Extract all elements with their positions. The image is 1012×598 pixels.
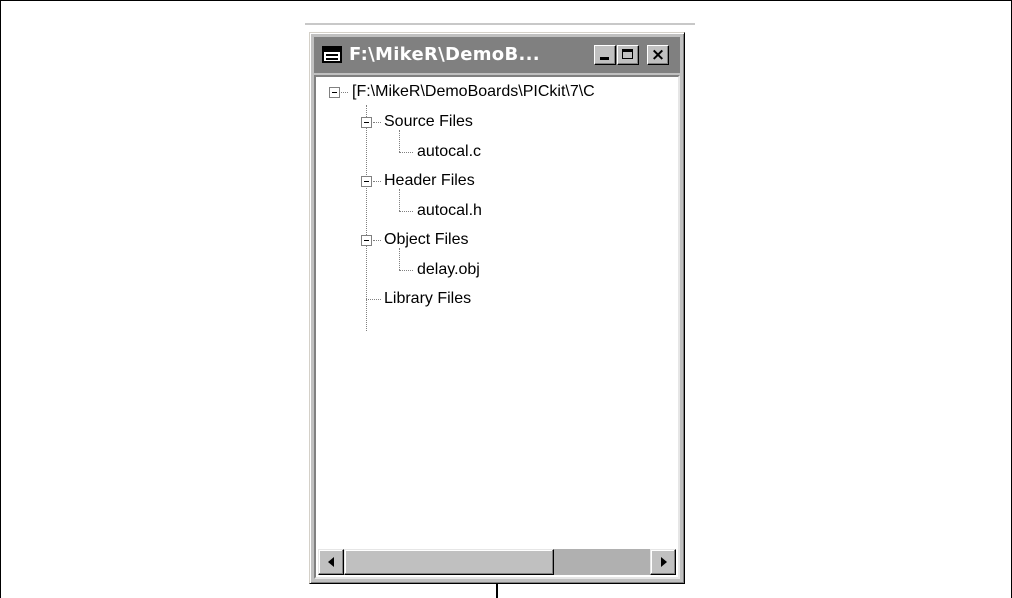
source-files-collapse-toggle[interactable]	[361, 117, 372, 128]
header-files-collapse-toggle[interactable]	[361, 176, 372, 187]
maximize-button[interactable]	[617, 45, 639, 65]
title-bar[interactable]: F:\MikeR\DemoB... ×	[314, 37, 680, 73]
scrollbar-thumb[interactable]	[344, 549, 554, 575]
tree-connector	[399, 270, 413, 271]
scroll-left-button[interactable]	[318, 549, 344, 575]
tree-folder-header-files[interactable]: Header Files	[384, 171, 475, 191]
tree-connector	[399, 130, 400, 152]
tree-file-autocal-h[interactable]: autocal.h	[417, 201, 482, 221]
window-title: F:\MikeR\DemoB...	[349, 44, 540, 65]
scroll-right-button[interactable]	[650, 549, 676, 575]
project-window: F:\MikeR\DemoB... × [F:\MikeR\DemoBoards…	[309, 32, 685, 584]
project-tree-pane: [F:\MikeR\DemoBoards\PICkit\7\C Source F…	[314, 75, 680, 579]
minimize-button[interactable]	[594, 45, 616, 65]
tree-connector	[399, 189, 400, 211]
tree-connector	[373, 122, 381, 123]
close-button[interactable]: ×	[647, 45, 669, 65]
tree-connector	[399, 152, 413, 153]
arrow-right-icon	[661, 557, 667, 567]
tree-folder-library-files[interactable]: Library Files	[384, 289, 471, 309]
figure-top-rule	[305, 23, 695, 25]
window-icon[interactable]	[322, 46, 342, 63]
tree-connector	[399, 211, 413, 212]
tree-folder-source-files[interactable]: Source Files	[384, 112, 473, 132]
figure-connector	[496, 584, 498, 598]
tree-file-delay-obj[interactable]: delay.obj	[417, 260, 480, 280]
tree-root-label[interactable]: [F:\MikeR\DemoBoards\PICkit\7\C	[352, 82, 595, 102]
tree-file-autocal-c[interactable]: autocal.c	[417, 142, 481, 162]
tree-connector	[399, 248, 400, 270]
arrow-left-icon	[328, 557, 334, 567]
tree-connector	[366, 299, 381, 300]
tree-connector	[373, 240, 381, 241]
project-tree: [F:\MikeR\DemoBoards\PICkit\7\C Source F…	[316, 77, 678, 535]
horizontal-scrollbar[interactable]	[318, 549, 676, 575]
tree-folder-object-files[interactable]: Object Files	[384, 230, 468, 250]
root-collapse-toggle[interactable]	[329, 87, 340, 98]
object-files-collapse-toggle[interactable]	[361, 235, 372, 246]
tree-connector	[341, 92, 348, 93]
tree-connector	[366, 105, 367, 331]
tree-connector	[373, 181, 381, 182]
close-icon: ×	[650, 45, 666, 65]
